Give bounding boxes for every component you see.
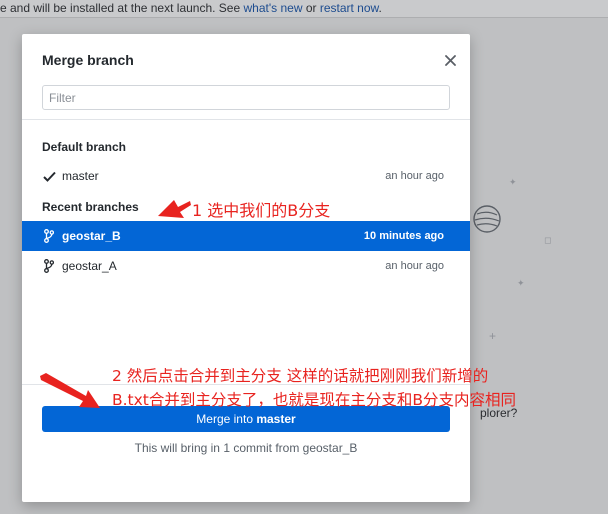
annotation-step-2-line-1: 2 然后点击合并到主分支 这样的话就把刚刚我们新增的	[112, 367, 489, 385]
close-button[interactable]	[440, 50, 460, 70]
dialog-header: Merge branch	[22, 34, 470, 120]
branch-time: 10 minutes ago	[363, 230, 444, 242]
annotation-step-1: 1 选中我们的B分支	[192, 201, 331, 220]
branch-row-geostar-a[interactable]: geostar_A an hour ago	[22, 251, 470, 281]
annotation-step-2-line-2: B.txt合并到主分支了，也就是现在主分支和B分支内容相同	[112, 391, 517, 409]
merge-summary: This will bring in 1 commit from geostar…	[134, 441, 358, 455]
branch-name: master	[62, 169, 99, 183]
checkmark-icon	[42, 169, 56, 183]
update-banner-period: .	[378, 1, 382, 15]
branch-name: geostar_B	[62, 229, 121, 243]
merge-branch-dialog: Merge branch Default branch master an ho…	[22, 34, 470, 502]
branch-row-master[interactable]: master an hour ago	[22, 161, 470, 191]
branch-name: geostar_A	[62, 259, 117, 273]
whats-new-link[interactable]: what's new	[244, 1, 303, 15]
update-banner-or: or	[302, 1, 320, 15]
branch-icon	[42, 229, 56, 243]
update-banner-text: e and will be installed at the next laun…	[0, 1, 244, 15]
restart-now-link[interactable]: restart now	[320, 1, 379, 15]
recent-branches-header: Recent branches	[42, 200, 139, 214]
default-branch-header: Default branch	[42, 140, 127, 154]
branch-row-geostar-b[interactable]: geostar_B 10 minutes ago	[22, 221, 470, 251]
branch-time: an hour ago	[385, 170, 444, 182]
branch-icon	[42, 259, 56, 273]
sparkle-icon: ✦	[509, 177, 517, 187]
plus-icon: +	[489, 329, 497, 343]
merge-button-target: master	[256, 412, 296, 426]
square-icon: ◻	[544, 235, 552, 245]
dialog-title: Merge branch	[42, 52, 134, 68]
branch-time: an hour ago	[385, 260, 444, 272]
merge-button-prefix: Merge into	[196, 412, 257, 426]
filter-input[interactable]	[42, 85, 450, 110]
update-banner: e and will be installed at the next laun…	[0, 0, 608, 18]
close-icon	[444, 54, 456, 66]
sparkle-icon: ✦	[517, 278, 525, 288]
planet-icon	[473, 205, 501, 233]
